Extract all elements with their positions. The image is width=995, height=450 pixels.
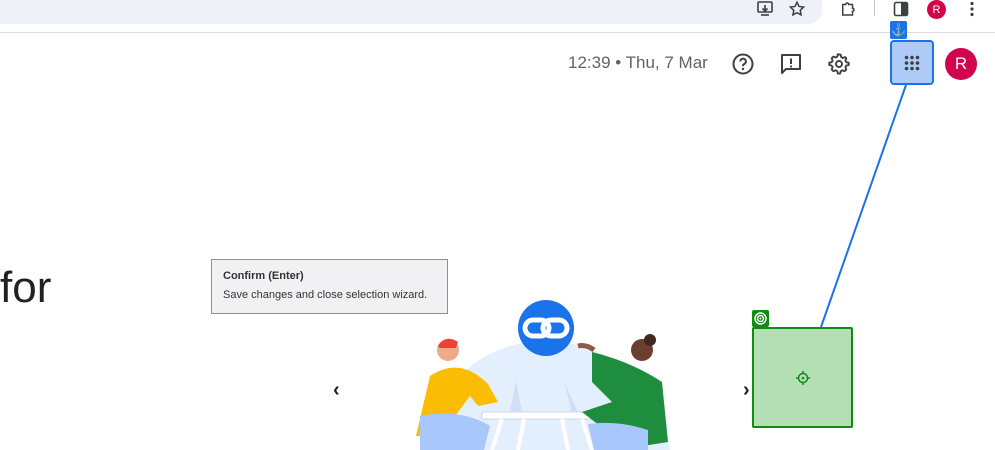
carousel-next-button[interactable]: › bbox=[743, 379, 750, 402]
crosshair-icon bbox=[796, 371, 810, 385]
carousel-prev-button[interactable]: ‹ bbox=[333, 379, 340, 402]
target-icon bbox=[752, 310, 769, 327]
collaboration-illustration bbox=[416, 300, 670, 450]
page-heading: for bbox=[0, 263, 52, 312]
tooltip-title: Confirm (Enter) bbox=[223, 270, 304, 282]
tooltip-description: Save changes and close selection wizard. bbox=[223, 289, 428, 301]
selection-target-box[interactable] bbox=[752, 327, 853, 428]
